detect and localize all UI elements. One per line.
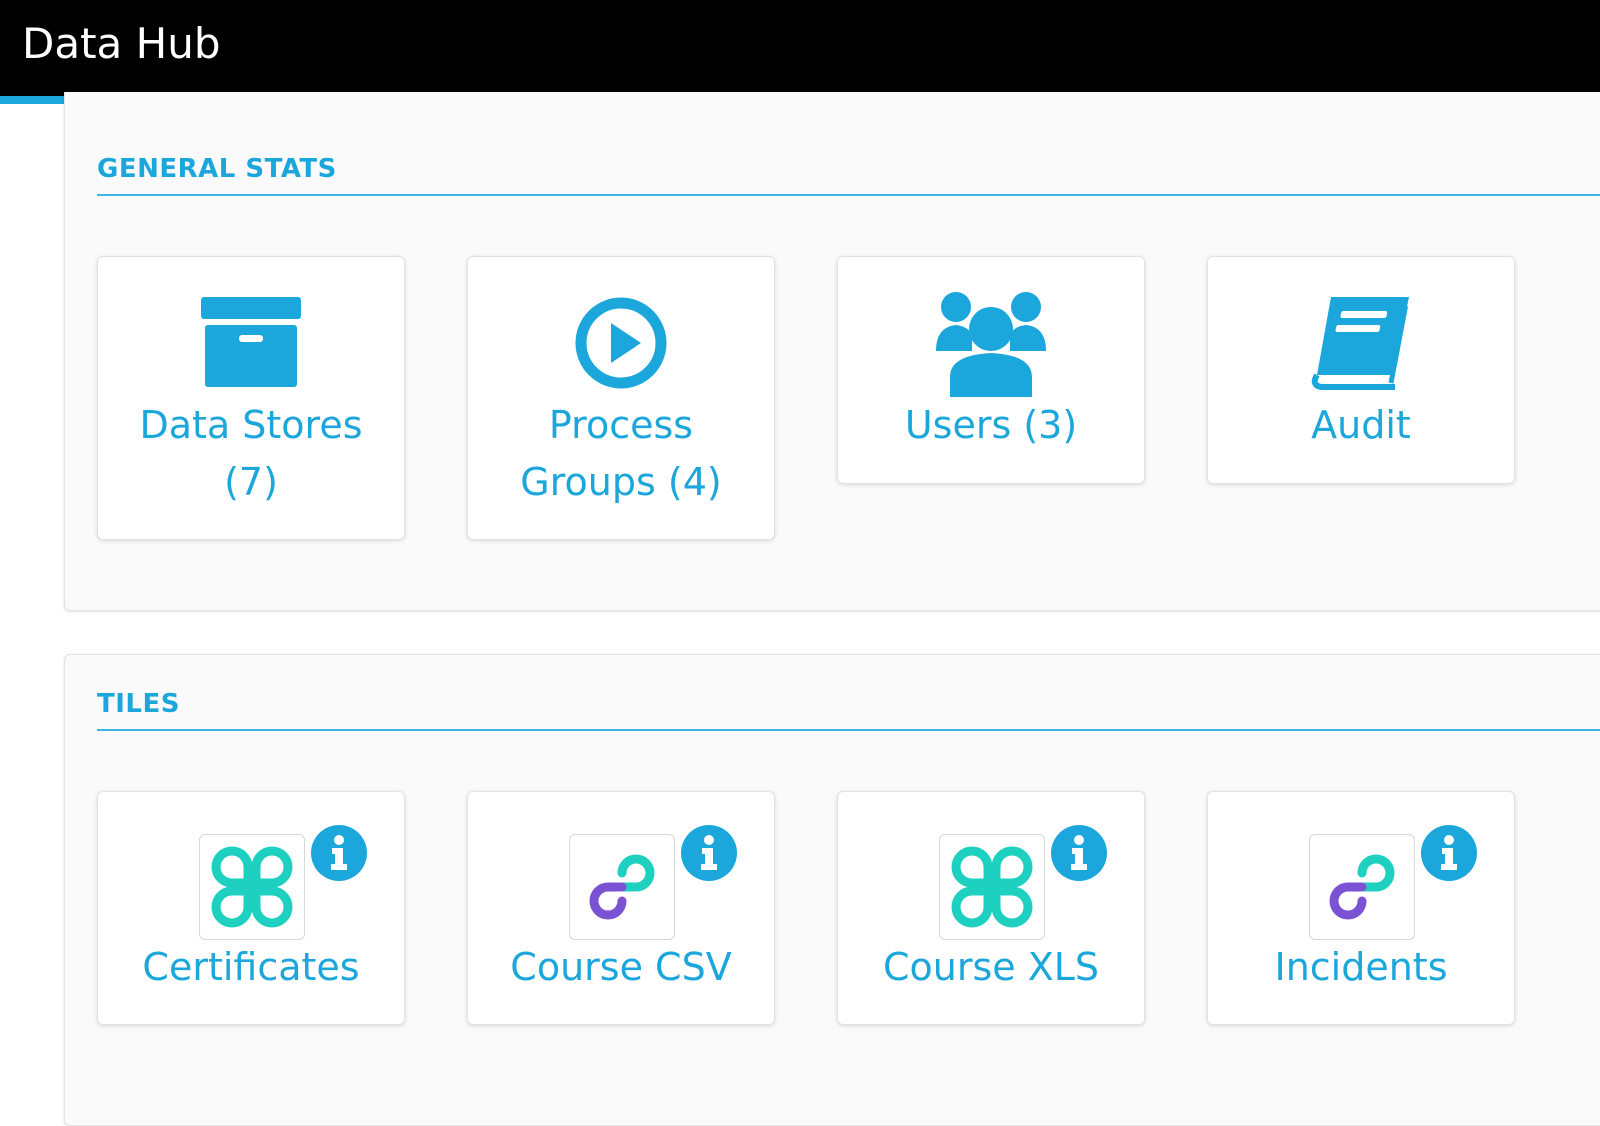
info-icon[interactable]: [1420, 824, 1478, 882]
info-icon[interactable]: [310, 824, 368, 882]
top-app-bar: Data Hub: [0, 0, 1600, 96]
info-icon[interactable]: [680, 824, 738, 882]
general-stats-panel: GENERAL STATS Data Stores (7) Process Gr…: [64, 92, 1600, 611]
data-stores-label-line2: (7): [224, 460, 278, 504]
data-stores-label-line1: Data Stores: [139, 403, 363, 447]
archive-box-icon: [98, 291, 404, 395]
tile-course-xls-label: Course XLS: [882, 945, 1100, 989]
tile-course-xls[interactable]: Course XLS: [837, 791, 1145, 1025]
book-icon: [1208, 291, 1514, 395]
general-stats-heading: GENERAL STATS: [97, 154, 1600, 196]
data-stores-card[interactable]: Data Stores (7): [97, 256, 405, 540]
tile-certificates[interactable]: Certificates: [97, 791, 405, 1025]
tile-course-csv[interactable]: Course CSV: [467, 791, 775, 1025]
info-icon[interactable]: [1050, 824, 1108, 882]
app-title: Data Hub: [22, 19, 221, 68]
play-circle-icon: [468, 291, 774, 395]
clover-logo-icon: [199, 834, 305, 940]
process-groups-label-line1: Process: [548, 403, 694, 447]
clover-logo-icon: [939, 834, 1045, 940]
chain-link-logo-icon: [569, 834, 675, 940]
process-groups-label-line2: Groups (4): [520, 460, 722, 504]
users-card[interactable]: Users (3): [837, 256, 1145, 484]
tile-course-csv-label: Course CSV: [510, 945, 732, 989]
users-label: Users (3): [904, 403, 1078, 447]
tile-incidents[interactable]: Incidents: [1207, 791, 1515, 1025]
users-icon: [838, 291, 1144, 397]
process-groups-card[interactable]: Process Groups (4): [467, 256, 775, 540]
tiles-heading: TILES: [97, 689, 1600, 731]
audit-label: Audit: [1311, 403, 1411, 447]
chain-link-logo-icon: [1309, 834, 1415, 940]
audit-card[interactable]: Audit: [1207, 256, 1515, 484]
tile-certificates-label: Certificates: [142, 945, 360, 989]
tile-incidents-label: Incidents: [1274, 945, 1448, 989]
tiles-panel: TILES Certificates Course CSV Course XLS…: [64, 654, 1600, 1126]
